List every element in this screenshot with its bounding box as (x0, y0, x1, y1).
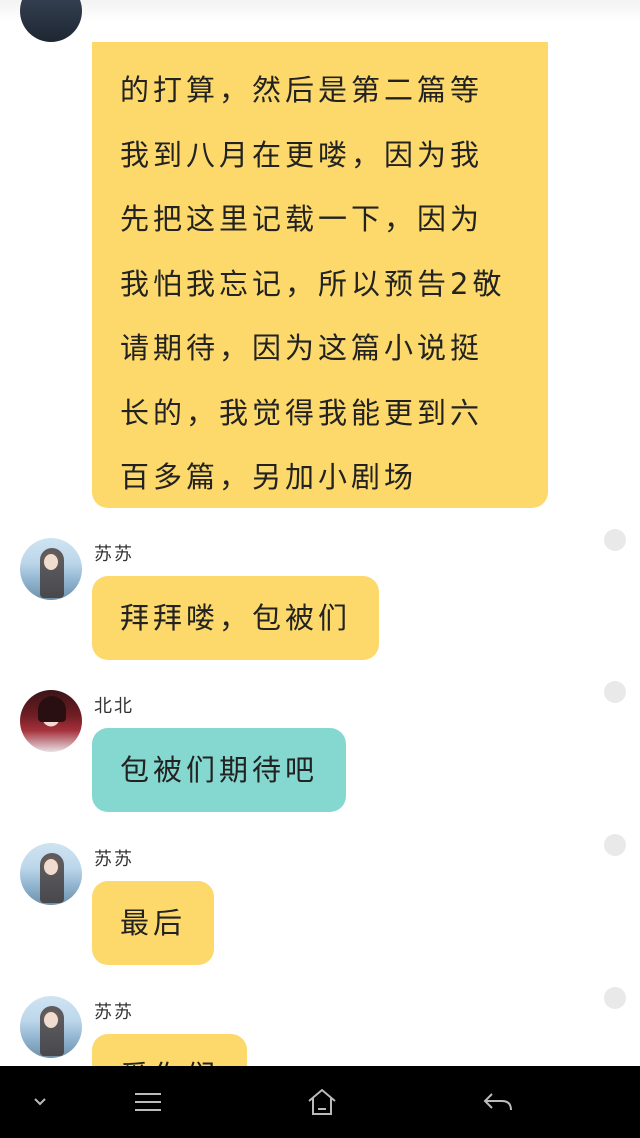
chat-list[interactable]: 的打算，然后是第二篇等 我到八月在更喽，因为我 先把这里记载一下，因为 我怕我忘… (0, 0, 640, 1066)
navigation-bar (0, 1066, 640, 1138)
sender-name: 北北 (94, 696, 134, 717)
status-dot (604, 834, 626, 856)
message-bubble[interactable]: 拜拜喽，包被们 (92, 576, 380, 660)
avatar[interactable] (20, 843, 82, 905)
message-line: 先把这里记载一下，因为 (120, 202, 484, 236)
status-dot (604, 529, 626, 551)
back-icon[interactable] (474, 1066, 522, 1138)
avatar[interactable] (20, 0, 82, 42)
message-line: 我到八月在更喽，因为我 (120, 137, 484, 172)
message-bubble[interactable]: 最后 (92, 881, 215, 965)
chevron-down-icon[interactable] (20, 1066, 60, 1138)
message-bubble[interactable]: 的打算，然后是第二篇等 我到八月在更喽，因为我 先把这里记载一下，因为 我怕我忘… (92, 42, 548, 508)
message-bubble[interactable]: 包被们期待吧 (92, 728, 347, 812)
message-bubble[interactable]: 爱你们 (92, 1034, 248, 1066)
message-line: 的打算，然后是第二篇等 (120, 73, 484, 107)
chat-screen: 的打算，然后是第二篇等 我到八月在更喽，因为我 先把这里记载一下，因为 我怕我忘… (0, 0, 640, 1138)
sender-name: 苏苏 (94, 1002, 134, 1023)
avatar[interactable] (20, 538, 82, 600)
message-line: 百多篇，另加小剧场 (120, 460, 418, 494)
status-dot (604, 987, 626, 1009)
home-icon[interactable] (298, 1066, 346, 1138)
sender-name: 苏苏 (94, 849, 134, 870)
status-dot (604, 681, 626, 703)
menu-icon[interactable] (124, 1066, 172, 1138)
message-line: 我怕我忘记，所以预告2敬 (120, 266, 506, 301)
avatar[interactable] (20, 690, 82, 752)
message-line: 长的，我觉得我能更到六 (120, 395, 484, 430)
avatar[interactable] (20, 996, 82, 1058)
sender-name: 苏苏 (94, 544, 134, 565)
message-line: 请期待，因为这篇小说挺 (120, 331, 484, 365)
